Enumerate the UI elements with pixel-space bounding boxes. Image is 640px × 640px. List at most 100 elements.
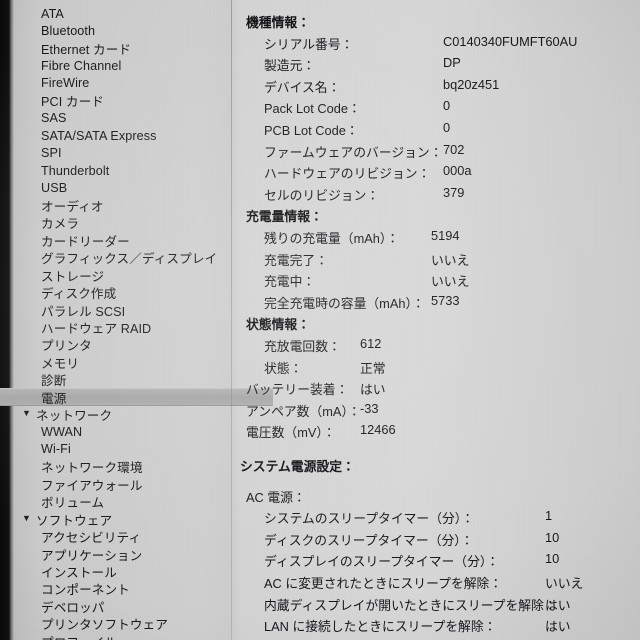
sidebar-item-23[interactable]: ▼ ネットワーク: [0, 406, 254, 424]
row-label: AC に変更されたときにスリープを解除：: [264, 576, 503, 591]
sidebar-item-label: アプリケーション: [41, 548, 143, 563]
sidebar-item-label: Thunderbolt: [41, 163, 110, 178]
row-value: 12466: [360, 422, 396, 438]
row-label: アンペア数（mA）：: [246, 403, 361, 419]
row-label: セルのリビジョン：: [264, 187, 380, 203]
content-section-header: 機種情報：: [232, 12, 640, 34]
row-label: 充電量情報：: [246, 209, 323, 225]
sidebar-item-label: ハードウェア RAID: [41, 321, 152, 336]
row-label: PCB Lot Code：: [264, 123, 359, 138]
sidebar-item-label: WWAN: [41, 425, 83, 439]
sidebar-item-label: Fibre Channel: [41, 58, 122, 73]
row-label: AC 電源：: [246, 489, 306, 505]
content-row: ディスクのスリープタイマー（分）： 10: [232, 530, 640, 552]
row-label: 充電完了：: [264, 252, 328, 268]
sidebar-item-label: ネットワーク環境: [41, 461, 143, 476]
sidebar-item-label: Wi-Fi: [41, 442, 71, 457]
sidebar-item-29[interactable]: ▼ ソフトウェア: [0, 510, 254, 528]
sidebar-item-label: ストレージ: [41, 269, 105, 284]
sidebar-item-label: SAS: [41, 111, 67, 126]
row-label: 状態：: [264, 360, 303, 376]
row-label: ディスプレイのスリープタイマー（分）：: [264, 554, 500, 570]
sidebar-item-label: SPI: [41, 146, 62, 161]
row-value: 379: [443, 184, 465, 200]
content-row: ファームウェアのバージョン： 702: [232, 142, 640, 164]
sidebar-item-label: プロファイル: [41, 632, 117, 640]
row-value: 5194: [431, 228, 460, 243]
content-row: システムのスリープタイマー（分）： 1: [232, 508, 640, 530]
content-row: LAN に接続したときにスリープを解除： はい: [232, 616, 640, 638]
content-row: アンペア数（mA）： -33: [232, 401, 640, 423]
row-label: 電圧数（mV）：: [246, 425, 336, 441]
sidebar-item-label: ボリューム: [41, 496, 105, 511]
content-row: デバイス名： bq20z451: [232, 77, 640, 99]
sidebar-item-label: ATA: [41, 6, 64, 21]
row-label: 状態情報：: [246, 317, 310, 333]
sidebar-item-label: 診断: [41, 374, 67, 389]
sidebar-item-label: PCI カード: [41, 95, 104, 110]
content-row: シリアル番号： C0140340FUMFT60AU: [232, 34, 640, 56]
row-value: 000a: [443, 163, 472, 179]
content-row: PCB Lot Code： 0: [232, 120, 640, 142]
sidebar-item-label: ファイアウォール: [41, 478, 143, 493]
row-label: シリアル番号：: [264, 36, 354, 52]
content-panel: 機種情報： シリアル番号： C0140340FUMFT60AU 製造元： DP デバイス名…: [232, 0, 640, 640]
row-label: 内蔵ディスプレイが開いたときにスリープを解除：: [264, 597, 557, 613]
content-row: 製造元： DP: [232, 55, 640, 77]
sidebar-item-label: カードリーダー: [41, 234, 130, 249]
row-label: 完全充電時の容量（mAh）：: [264, 295, 425, 311]
row-label: システムのスリープタイマー（分）：: [264, 511, 474, 527]
row-value: 1: [545, 508, 553, 524]
row-label: ディスクのスリープタイマー（分）：: [264, 532, 474, 548]
row-label: システム電源設定：: [240, 459, 355, 474]
row-value: 10: [545, 551, 560, 567]
row-value: 5733: [431, 292, 460, 308]
row-label: ファームウェアのバージョン：: [264, 144, 443, 160]
content-row: AC 電源：: [232, 487, 640, 509]
sidebar-item-label: 電源: [41, 391, 67, 406]
content-row: 充電完了： いいえ: [232, 250, 640, 272]
sidebar-item-label: SATA/SATA Express: [41, 128, 157, 143]
sidebar-item-label: コンポーネント: [41, 583, 130, 598]
sidebar-item-label: インストール: [41, 565, 117, 580]
sidebar-item-label: Ethernet カード: [41, 43, 132, 58]
sidebar-item-label: パラレル SCSI: [41, 304, 126, 319]
disclosure-triangle-icon[interactable]: ▼: [22, 409, 31, 418]
row-value: 10: [545, 529, 560, 545]
content-row: 完全充電時の容量（mAh）： 5733: [232, 293, 640, 315]
row-value: 612: [360, 336, 382, 351]
row-value: 0: [443, 98, 451, 114]
sidebar[interactable]: ATA Bluetooth Ethernet カード Fibre Channel Fir…: [0, 0, 273, 640]
content-row: 状態： 正常: [232, 358, 640, 380]
row-value: いいえ: [431, 252, 470, 268]
sidebar-item-label: FireWire: [41, 76, 90, 91]
row-label: ハードウェアのリビジョン：: [264, 166, 431, 182]
disclosure-triangle-icon[interactable]: ▼: [22, 513, 31, 523]
row-label: 充放電回数：: [264, 339, 341, 354]
row-value: DP: [443, 55, 461, 71]
sidebar-item-label: オーディオ: [41, 199, 104, 214]
content-section-header: 充電量情報：: [232, 206, 640, 228]
sidebar-item-label: アクセシビリティ: [41, 531, 142, 546]
content-section-header: 状態情報：: [232, 314, 640, 336]
sidebar-item-label: グラフィックス／ディスプレイ: [41, 252, 218, 267]
content-row: 残りの充電量（mAh）： 5194: [232, 228, 640, 250]
row-label: 残りの充電量（mAh）：: [264, 231, 400, 246]
row-value: いいえ: [431, 274, 470, 290]
sidebar-item-label: ソフトウェア: [36, 513, 113, 528]
content-section-header: システム電源設定：: [232, 456, 640, 478]
sidebar-item-label: メモリ: [41, 356, 80, 371]
system-information-window: ATA Bluetooth Ethernet カード Fibre Channel Fir…: [0, 0, 640, 640]
row-value: -33: [360, 400, 379, 416]
row-label: Pack Lot Code：: [264, 101, 361, 117]
row-value: はい: [545, 619, 571, 635]
sidebar-item-label: デベロッパ: [41, 600, 105, 615]
content-row: AC に変更されたときにスリープを解除： いいえ: [232, 573, 640, 595]
row-value: はい: [545, 597, 571, 613]
row-label: デバイス名：: [264, 79, 341, 95]
content-row: 充電中： いいえ: [232, 271, 640, 293]
sidebar-item-label: プリンタ: [41, 339, 92, 354]
row-label: 機種情報：: [246, 15, 310, 30]
content-row: ディスプレイのスリープタイマー（分）： 10: [232, 551, 640, 573]
row-value: 0: [443, 120, 451, 135]
